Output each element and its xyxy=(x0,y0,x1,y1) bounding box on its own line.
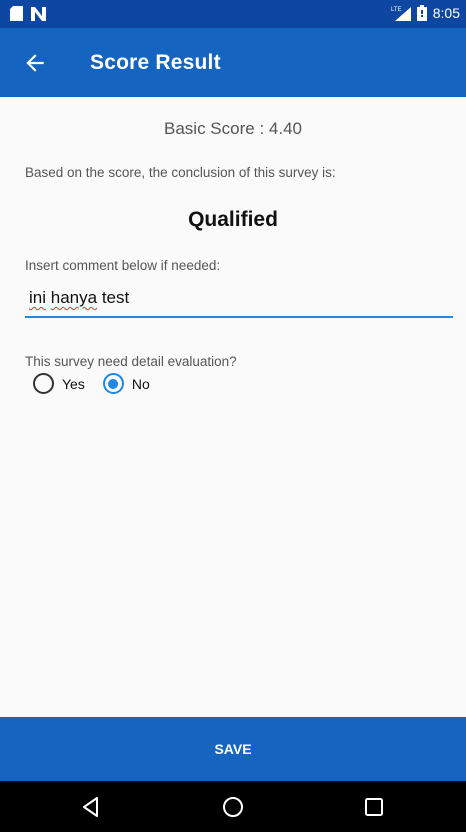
nav-recents-button[interactable] xyxy=(362,795,386,819)
comment-input[interactable]: ini hanya test xyxy=(25,284,453,318)
status-right-area: LTE 8:05 xyxy=(391,5,460,21)
radio-button-checked[interactable] xyxy=(102,373,124,394)
home-circle-icon xyxy=(223,797,243,817)
status-time: 8:05 xyxy=(432,5,460,21)
back-triangle-icon xyxy=(83,797,98,817)
radio-option-yes[interactable]: Yes xyxy=(33,373,85,394)
page-title: Score Result xyxy=(90,51,221,74)
status-bar: LTE 8:05 xyxy=(0,0,466,28)
battery-icon xyxy=(416,5,427,21)
comment-input-value: ini hanya test xyxy=(29,288,129,308)
comment-label: Insert comment below if needed: xyxy=(25,258,221,273)
svg-text:LTE: LTE xyxy=(391,7,402,13)
basic-score-text: Basic Score : 4.40 xyxy=(164,119,302,138)
nav-back-button[interactable] xyxy=(79,795,103,819)
system-nav-bar xyxy=(0,781,466,832)
comment-word: test xyxy=(101,288,130,307)
arrow-left-icon xyxy=(26,54,44,72)
comment-word: ini xyxy=(29,288,47,307)
result-text: Qualified xyxy=(188,208,278,231)
sd-card-icon xyxy=(10,6,23,21)
status-left-icons xyxy=(10,6,46,21)
evaluation-question: This survey need detail evaluation? xyxy=(25,354,237,369)
recents-square-icon xyxy=(365,798,383,816)
save-button[interactable]: SAVE xyxy=(0,717,466,781)
conclusion-label: Based on the score, the conclusion of th… xyxy=(25,165,336,180)
comment-word: hanya xyxy=(50,288,98,307)
back-button[interactable] xyxy=(22,50,48,76)
radio-button-unchecked[interactable] xyxy=(33,373,54,394)
score-result-content: Basic Score : 4.40 Based on the score, t… xyxy=(0,97,466,717)
nav-home-button[interactable] xyxy=(221,795,245,819)
radio-label-no: No xyxy=(131,375,150,392)
radio-option-no[interactable]: No xyxy=(102,373,150,394)
lte-signal-icon: LTE xyxy=(391,7,411,21)
evaluation-radio-group: Yes No xyxy=(33,373,168,394)
app-bar: Score Result xyxy=(0,28,466,97)
radio-label-yes: Yes xyxy=(62,375,85,392)
n-icon xyxy=(31,6,46,21)
